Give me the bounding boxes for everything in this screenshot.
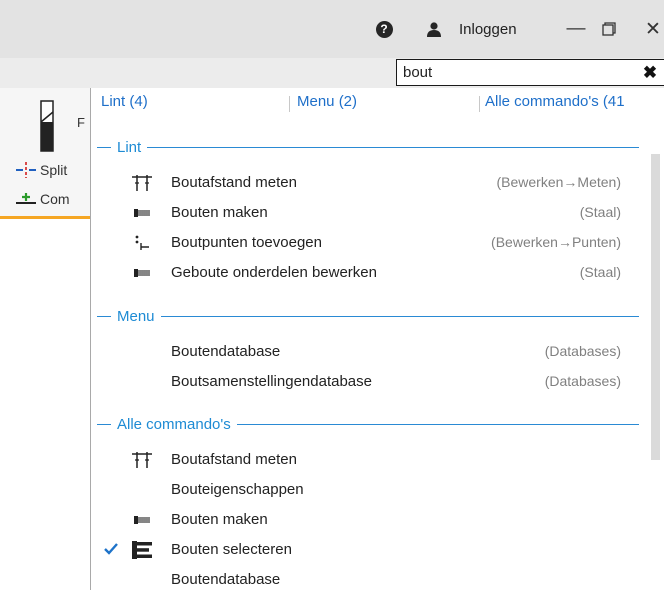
login-link[interactable]: Inloggen <box>459 0 517 58</box>
combine-button[interactable]: Com <box>16 191 70 207</box>
tab-all-commands[interactable]: Alle commando's (41 <box>485 93 625 110</box>
command-label: Bouteigenschappen <box>171 481 304 498</box>
command-label: Boutendatabase <box>171 343 281 360</box>
command-path: (Databases) <box>544 343 621 359</box>
command-path: (Bewerken→Punten) <box>491 234 621 250</box>
minimize-icon[interactable]: — <box>561 0 591 58</box>
command-label: Bouten selecteren <box>171 541 292 558</box>
tab-divider <box>289 96 290 112</box>
list-item[interactable]: Bouten maken (Staal) <box>91 199 639 227</box>
ribbon-accent-bar <box>0 216 96 219</box>
command-label: Boutpunten toevoegen <box>171 234 322 251</box>
tab-lint[interactable]: Lint (4) <box>101 93 148 110</box>
list-item[interactable]: Boutafstand meten (Bewerken→Meten) <box>91 169 639 197</box>
list-item[interactable]: Bouten maken <box>91 506 639 534</box>
split-label: Split <box>40 162 68 178</box>
profile-icon[interactable] <box>40 100 54 152</box>
result-tabs: Lint (4) Menu (2) Alle commando's (41 <box>91 88 664 116</box>
list-item[interactable]: Bouten selecteren <box>91 536 639 564</box>
ribbon-label[interactable]: F <box>77 115 85 130</box>
section-header-all-commands: Alle commando's <box>91 414 639 434</box>
list-item[interactable]: Boutendatabase <box>91 566 639 590</box>
section-title: Alle commando's <box>117 415 231 433</box>
combine-icon <box>16 193 36 204</box>
section-header-lint: Lint <box>91 137 639 157</box>
combine-label: Com <box>40 191 70 207</box>
command-label: Bouten maken <box>171 204 268 221</box>
command-path: (Databases) <box>544 373 621 389</box>
command-label: Boutsamenstellingendatabase <box>171 373 372 390</box>
user-icon[interactable] <box>426 0 442 58</box>
tab-menu[interactable]: Menu (2) <box>297 93 357 110</box>
restore-icon[interactable] <box>594 0 624 58</box>
list-item[interactable]: Boutendatabase (Databases) <box>91 338 639 366</box>
scrollbar[interactable] <box>647 116 664 590</box>
command-label: Boutafstand meten <box>171 451 297 468</box>
bolt-icon <box>131 203 153 223</box>
bolt-distance-icon <box>131 450 153 470</box>
bolt-distance-icon <box>131 173 153 193</box>
select-bolts-icon <box>131 540 153 560</box>
split-button[interactable]: Split <box>16 162 67 178</box>
command-path: (Staal) <box>579 204 621 220</box>
search-input[interactable] <box>396 59 664 86</box>
list-item[interactable]: Bouteigenschappen <box>91 476 639 504</box>
search-results-dropdown: Lint (4) Menu (2) Alle commando's (41 Li… <box>90 88 664 590</box>
bolt-icon <box>131 510 153 530</box>
list-item[interactable]: Boutafstand meten <box>91 446 639 474</box>
split-icon <box>16 162 36 178</box>
section-header-menu: Menu <box>91 306 639 326</box>
close-icon[interactable]: ✕ <box>638 0 664 58</box>
scrollbar-thumb[interactable] <box>651 154 660 460</box>
section-title: Menu <box>117 307 155 325</box>
command-path: (Bewerken→Meten) <box>496 174 622 190</box>
command-label: Bouten maken <box>171 511 268 528</box>
list-item[interactable]: Boutsamenstellingendatabase (Databases) <box>91 368 639 396</box>
help-icon[interactable]: ? <box>374 0 394 58</box>
tab-divider <box>479 96 480 112</box>
checkmark-icon[interactable] <box>101 539 121 559</box>
close-x-icon[interactable]: ✖ <box>638 60 662 85</box>
list-item[interactable]: Boutpunten toevoegen (Bewerken→Punten) <box>91 229 639 257</box>
command-label: Geboute onderdelen bewerken <box>171 264 377 281</box>
list-item[interactable]: Geboute onderdelen bewerken (Staal) <box>91 259 639 287</box>
command-label: Boutendatabase <box>171 571 281 588</box>
bolt-points-icon <box>131 233 153 253</box>
command-label: Boutafstand meten <box>171 174 297 191</box>
bolt-icon <box>131 263 153 283</box>
command-path: (Staal) <box>579 264 621 280</box>
section-title: Lint <box>117 138 142 156</box>
